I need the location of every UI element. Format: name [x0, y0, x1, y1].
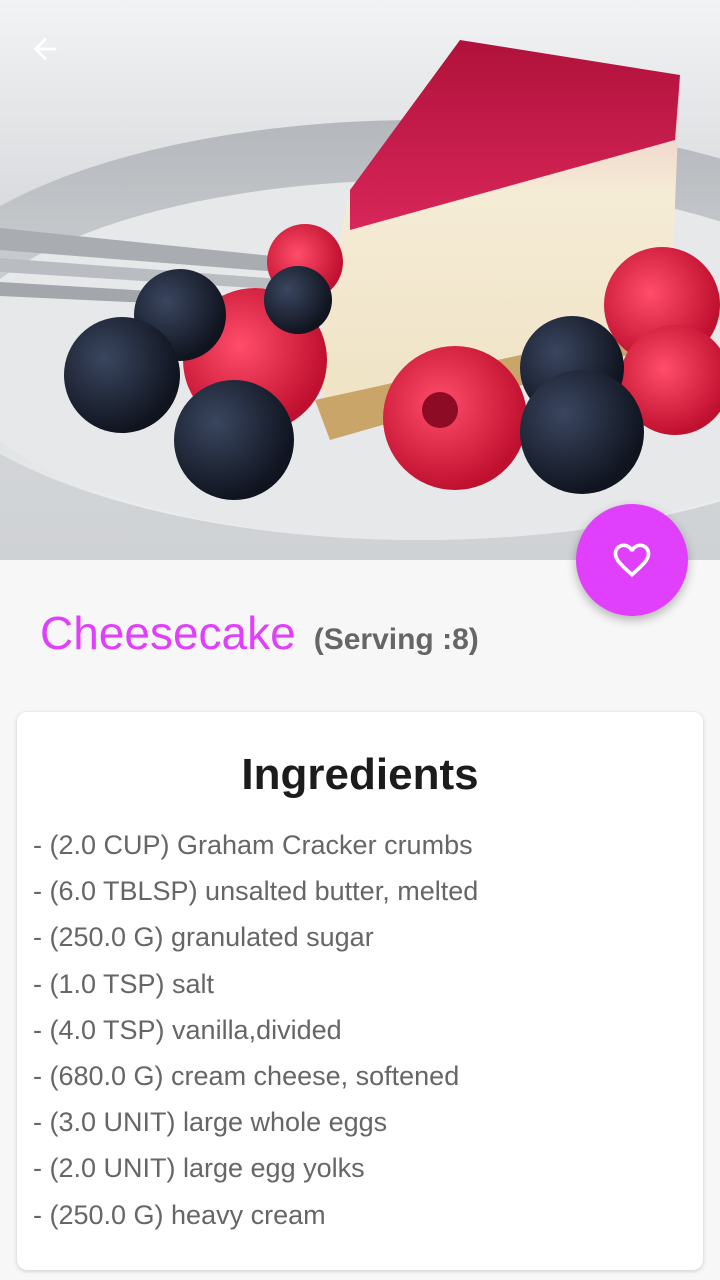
ingredients-list: - (2.0 CUP) Graham Cracker crumbs - (6.0… — [33, 826, 478, 1242]
recipe-title: Cheesecake — [40, 607, 296, 659]
ingredients-card: Ingredients - (2.0 CUP) Graham Cracker c… — [17, 712, 703, 1270]
ingredient-item: - (2.0 CUP) Graham Cracker crumbs — [33, 830, 473, 860]
ingredient-item: - (250.0 G) heavy cream — [33, 1199, 326, 1230]
back-button[interactable] — [28, 32, 84, 80]
recipe-detail-screen: Cheesecake (Serving :8) Ingredients - (2… — [0, 0, 720, 1280]
arrow-left-icon — [33, 37, 57, 61]
ingredient-item: - (6.0 TBLSP) unsalted butter, melted — [33, 876, 479, 907]
ingredient-item: - (2.0 UNIT) large egg yolks — [33, 1153, 365, 1184]
ingredient-item: - (4.0 TSP) vanilla,divided — [33, 1014, 342, 1045]
heart-outline-icon — [613, 543, 651, 578]
serving-count: (Serving :8) — [313, 623, 479, 656]
ingredient-item: - (1.0 TSP) salt — [33, 968, 215, 999]
ingredient-item: - (680.0 G) cream cheese, softened — [33, 1060, 460, 1091]
recipe-header: Cheesecake (Serving :8) — [40, 606, 479, 660]
recipe-photo — [0, 0, 720, 560]
favorite-button[interactable] — [576, 504, 688, 616]
ingredient-item: - (250.0 G) granulated sugar — [33, 922, 374, 953]
ingredient-item: - (3.0 UNIT) large whole eggs — [33, 1107, 388, 1138]
cheesecake-photo — [0, 0, 720, 560]
ingredients-heading: Ingredients — [241, 750, 479, 799]
